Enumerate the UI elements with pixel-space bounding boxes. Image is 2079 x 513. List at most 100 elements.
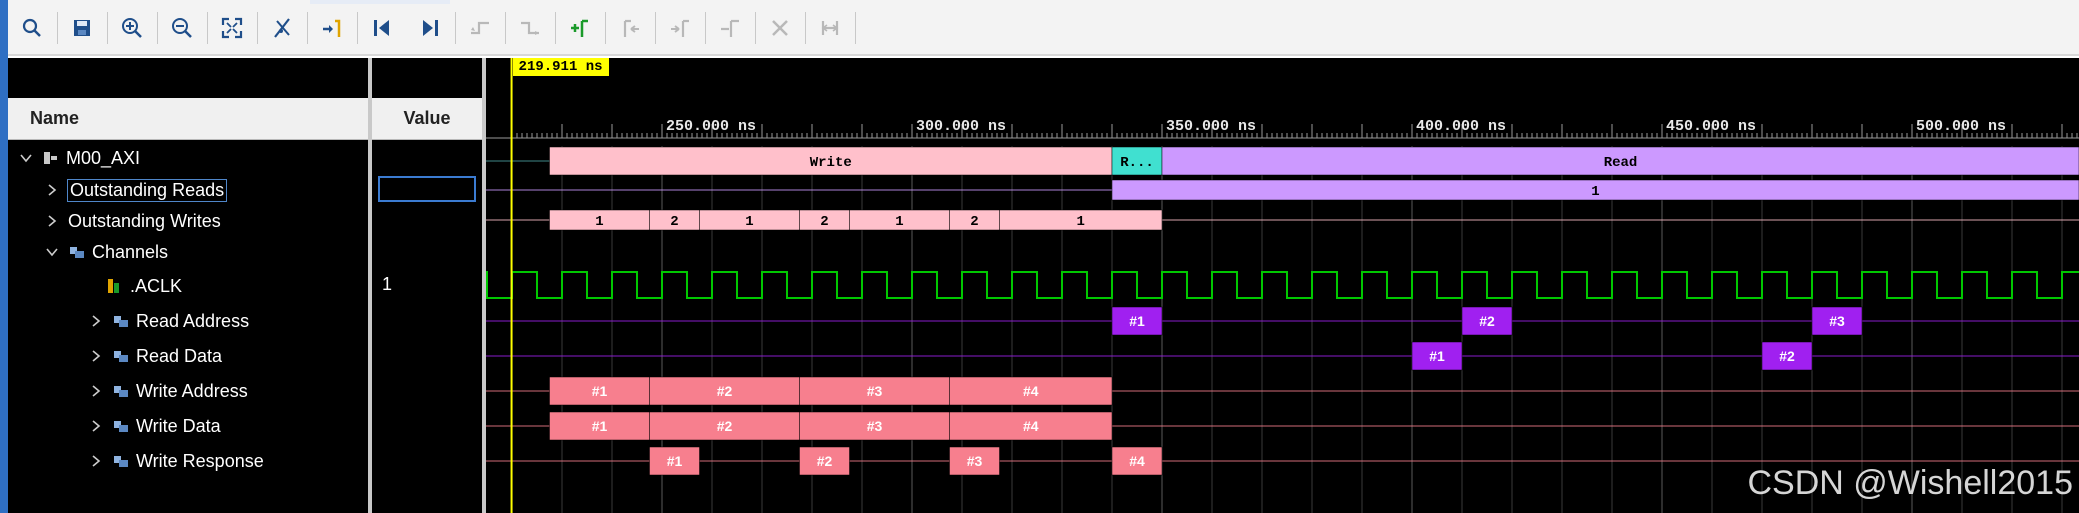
name-column-header[interactable]: Name xyxy=(8,98,368,140)
time-tick-label: 400.000 ns xyxy=(1416,118,1506,135)
channel-icon xyxy=(114,351,128,362)
channel-group-icon xyxy=(70,247,84,258)
tree-item-read-address[interactable]: Read Address xyxy=(88,307,249,335)
previous-transition-icon[interactable] xyxy=(464,12,496,44)
waveform-toolbar xyxy=(0,0,2079,56)
write-data-txn-label: #4 xyxy=(1023,418,1039,434)
previous-marker-icon[interactable] xyxy=(614,12,646,44)
zoom-in-icon[interactable] xyxy=(116,12,148,44)
tree-item-label: Outstanding Reads xyxy=(66,178,228,202)
tree-item-label: Read Address xyxy=(136,310,250,331)
toolbar-separator xyxy=(855,12,856,44)
tree-item-write-response[interactable]: Write Response xyxy=(88,447,264,475)
state-write-bar-label: Write xyxy=(810,155,852,171)
tree-item-read-data[interactable]: Read Data xyxy=(88,342,222,370)
tree-item-channels[interactable]: Channels xyxy=(44,238,168,266)
waveform-canvas[interactable]: 250.000 ns 300.000 ns 350.000 ns 400.000 ns… xyxy=(486,58,2079,513)
signal-name-panel: Name M00_AXI Outstanding Reads Outstandi… xyxy=(8,58,368,513)
save-icon[interactable] xyxy=(66,12,98,44)
chevron-right-icon[interactable] xyxy=(88,453,104,469)
interface-icon xyxy=(44,152,57,164)
outstanding-writes-bar-label: 1 xyxy=(745,214,753,230)
zoom-fit-icon[interactable] xyxy=(216,12,248,44)
channel-icon xyxy=(114,386,128,397)
window-edge xyxy=(0,56,8,513)
outstanding-reads-bar-label: 1 xyxy=(1591,184,1599,200)
go-to-start-icon[interactable] xyxy=(366,12,398,44)
time-tick-label: 250.000 ns xyxy=(666,118,756,135)
next-marker-icon[interactable] xyxy=(664,12,696,44)
tree-item-outstanding-reads[interactable]: Outstanding Reads xyxy=(44,176,228,204)
time-tick-label: 450.000 ns xyxy=(1666,118,1756,135)
outstanding-writes-bar-label: 2 xyxy=(670,214,678,230)
toolbar-separator xyxy=(655,12,656,44)
next-transition-icon[interactable] xyxy=(514,12,546,44)
chevron-right-icon[interactable] xyxy=(88,313,104,329)
tree-item-label: Write Response xyxy=(136,450,264,471)
write-address-txn-label: #3 xyxy=(867,383,883,399)
chevron-down-icon[interactable] xyxy=(18,150,34,166)
tree-item-aclk[interactable]: .ACLK xyxy=(106,272,182,300)
time-tick-label: 350.000 ns xyxy=(1166,118,1256,135)
add-marker-icon[interactable] xyxy=(564,12,596,44)
toolbar-separator xyxy=(207,12,208,44)
write-address-txn-label: #4 xyxy=(1023,383,1039,399)
tree-item-label: Write Address xyxy=(136,380,248,401)
cursor-to-zero-icon[interactable] xyxy=(266,12,298,44)
chevron-right-icon[interactable] xyxy=(44,213,60,229)
swap-cursors-icon[interactable] xyxy=(714,12,746,44)
toolbar-separator xyxy=(357,12,358,44)
tree-item-write-address[interactable]: Write Address xyxy=(88,377,248,405)
read-data-txn-label: #1 xyxy=(1429,348,1445,364)
aclk-value: 1 xyxy=(382,274,393,294)
write-response-txn-label: #1 xyxy=(667,453,683,469)
go-to-end-icon[interactable] xyxy=(414,12,446,44)
delete-marker-icon[interactable] xyxy=(764,12,796,44)
state-read-bar-label: Read xyxy=(1604,155,1638,171)
toolbar-separator xyxy=(805,12,806,44)
search-icon[interactable] xyxy=(16,12,48,44)
chevron-right-icon[interactable] xyxy=(88,383,104,399)
chevron-right-icon[interactable] xyxy=(44,182,60,198)
toolbar-separator xyxy=(257,12,258,44)
toolbar-separator xyxy=(555,12,556,44)
waveform-viewer[interactable]: 250.000 ns 300.000 ns 350.000 ns 400.000 ns… xyxy=(486,58,2079,513)
toolbar-separator xyxy=(705,12,706,44)
time-tick-label: 300.000 ns xyxy=(916,118,1006,135)
chevron-right-icon[interactable] xyxy=(88,348,104,364)
write-response-txn-label: #3 xyxy=(967,453,983,469)
watermark: CSDN @Wishell2015 xyxy=(1747,464,2073,502)
chevron-down-icon[interactable] xyxy=(44,244,60,260)
outstanding-writes-bar-label: 1 xyxy=(1077,214,1085,230)
value-column-header[interactable]: Value xyxy=(372,98,482,140)
toolbar-separator xyxy=(505,12,506,44)
toolbar-separator xyxy=(157,12,158,44)
tree-item-outstanding-writes[interactable]: Outstanding Writes xyxy=(44,207,221,235)
read-address-txn-label: #2 xyxy=(1479,313,1495,329)
channel-icon xyxy=(114,456,128,467)
name-header-label: Name xyxy=(30,108,80,128)
tree-item-m00-axi[interactable]: M00_AXI xyxy=(18,144,140,172)
toolbar-separator xyxy=(107,12,108,44)
outstanding-writes-bar-label: 2 xyxy=(970,214,978,230)
value-cell-selected[interactable] xyxy=(378,176,476,202)
toolbar-accent xyxy=(0,0,8,56)
outstanding-writes-bar-label: 1 xyxy=(895,214,903,230)
tree-item-write-data[interactable]: Write Data xyxy=(88,412,221,440)
tree-item-label: .ACLK xyxy=(130,275,183,296)
snap-to-transition-icon[interactable] xyxy=(814,12,846,44)
write-address-txn-label: #2 xyxy=(717,383,733,399)
channel-icon xyxy=(114,316,128,327)
tree-item-label: Channels xyxy=(92,241,169,262)
chevron-right-icon[interactable] xyxy=(88,418,104,434)
time-tick-label: 500.000 ns xyxy=(1916,118,2006,135)
write-address-txn-label: #1 xyxy=(592,383,608,399)
aclk-waveform xyxy=(486,271,2079,299)
go-to-cursor-icon[interactable] xyxy=(316,12,348,44)
zoom-out-icon[interactable] xyxy=(166,12,198,44)
signal-value-panel: Value 1 xyxy=(372,58,482,513)
value-header-label: Value xyxy=(403,108,451,128)
write-response-txn-label: #4 xyxy=(1129,453,1145,469)
outstanding-writes-bar-label: 1 xyxy=(595,214,603,230)
read-address-txn-label: #1 xyxy=(1129,313,1145,329)
